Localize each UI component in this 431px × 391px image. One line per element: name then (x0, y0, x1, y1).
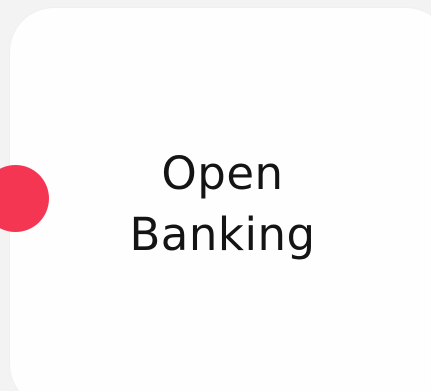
card-title-line-2: Banking (129, 208, 316, 261)
card-title-line-1: Open (161, 147, 284, 200)
card-title: Open Banking (100, 143, 345, 265)
page-canvas: Open Banking (0, 0, 431, 391)
